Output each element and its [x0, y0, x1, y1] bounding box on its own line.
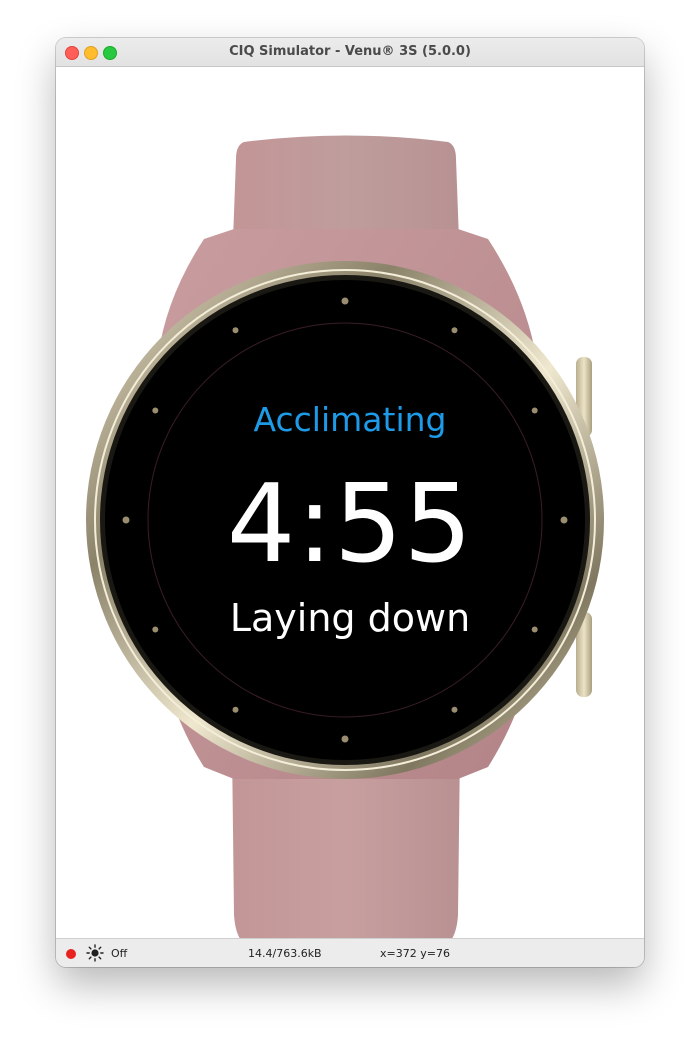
- window-title: CIQ Simulator - Venu® 3S (5.0.0): [229, 44, 471, 59]
- mode-label: Acclimating: [253, 400, 447, 439]
- hour-marker-dot: [341, 297, 349, 305]
- posture-label: Laying down: [229, 596, 471, 640]
- hour-marker-dot: [451, 327, 458, 334]
- hour-marker-dot: [232, 327, 239, 334]
- hour-marker-dot: [341, 735, 349, 743]
- countdown-timer: 4:55: [226, 462, 474, 587]
- sun-icon[interactable]: [86, 944, 104, 962]
- simulator-viewport: Acclimating 4:55 Laying down: [56, 67, 644, 938]
- backlight-state: Off: [111, 947, 128, 960]
- memory-usage: 14.4/763.6kB: [248, 947, 322, 960]
- status-bar: Off 14.4/763.6kB x=372 y=76: [56, 938, 644, 967]
- recording-indicator-icon[interactable]: [66, 949, 76, 959]
- hour-marker-dot: [232, 706, 239, 713]
- cursor-coordinates: x=372 y=76: [380, 947, 450, 960]
- title-bar: CIQ Simulator - Venu® 3S (5.0.0): [56, 38, 644, 67]
- simulator-window: CIQ Simulator - Venu® 3S (5.0.0) Acclima…: [56, 38, 644, 967]
- hour-marker-dot: [451, 706, 458, 713]
